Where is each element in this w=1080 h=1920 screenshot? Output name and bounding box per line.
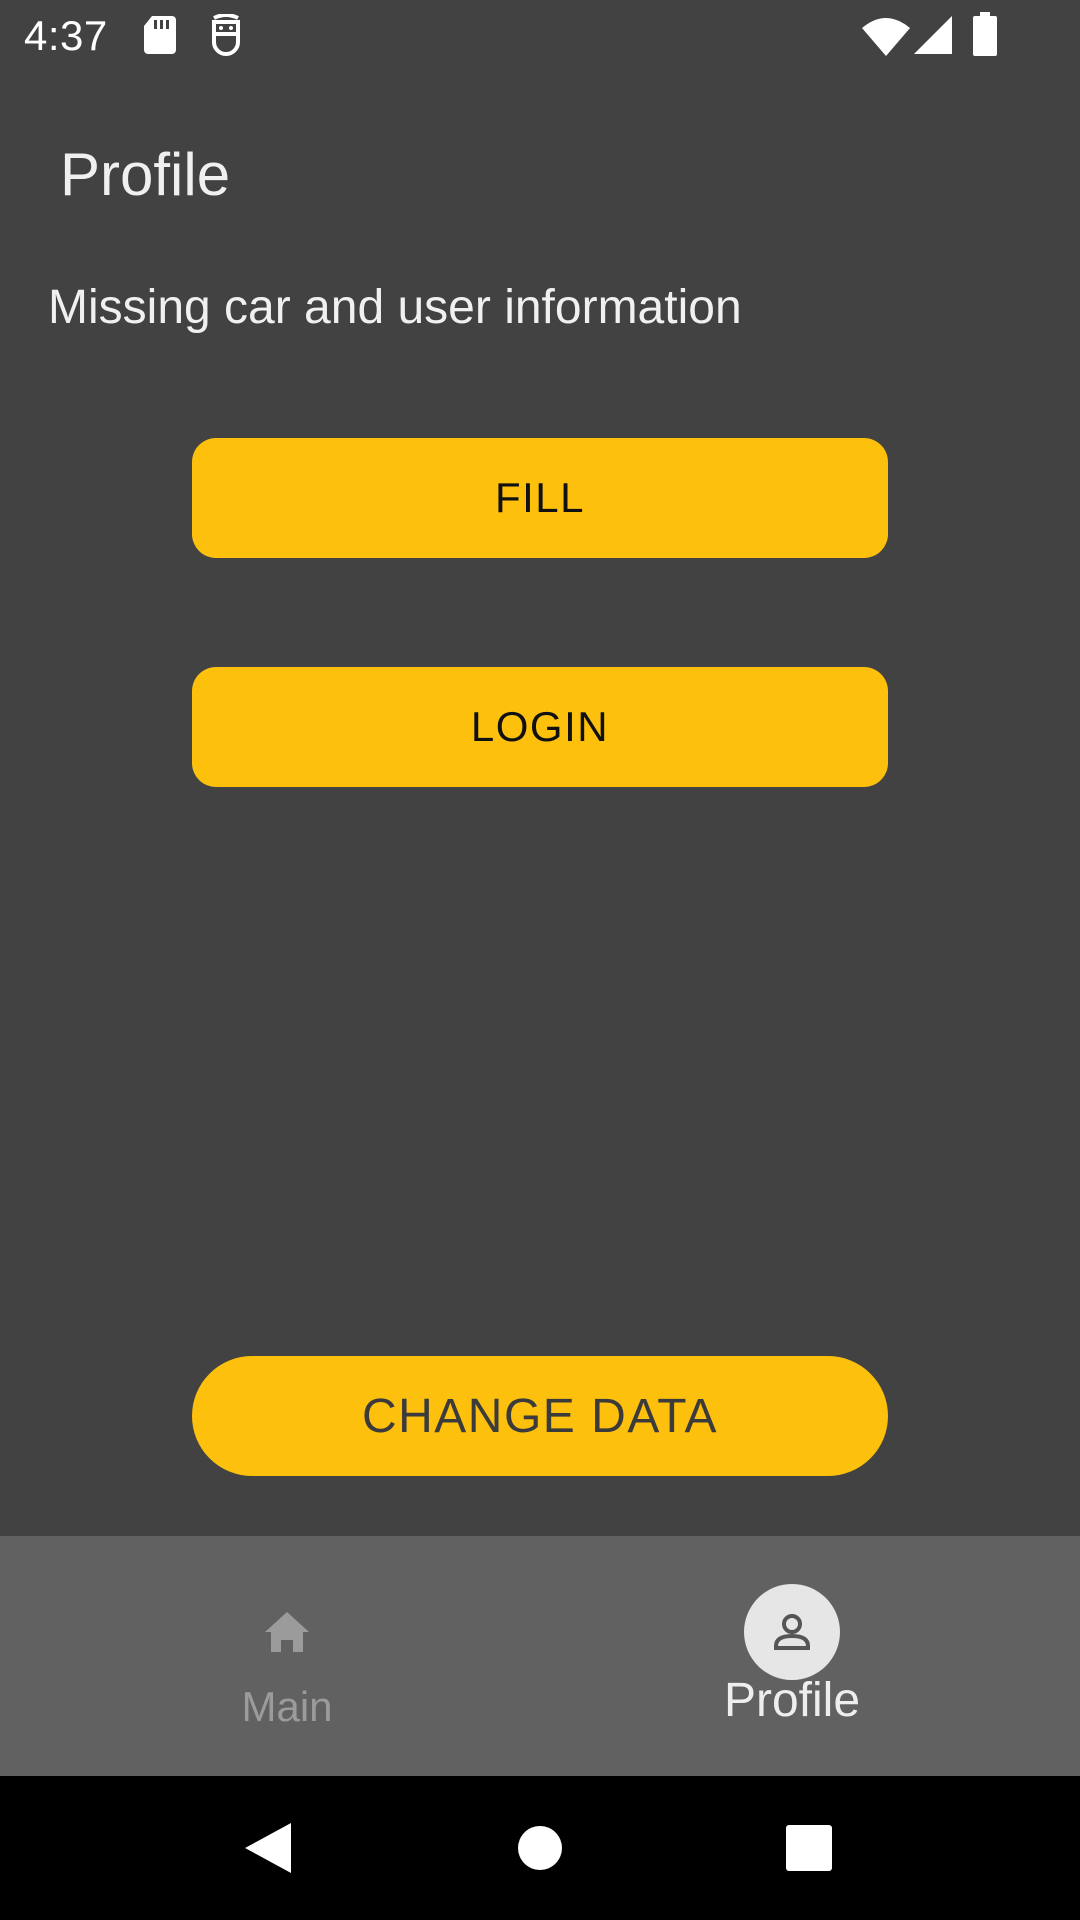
system-recents-button[interactable] xyxy=(749,1776,869,1920)
back-icon xyxy=(245,1823,291,1873)
nav-item-main[interactable]: Main xyxy=(137,1536,437,1776)
nav-profile-label: Profile xyxy=(723,1674,861,1727)
missing-info-text: Missing car and user information xyxy=(48,281,742,334)
page-title: Profile xyxy=(60,141,231,208)
person-icon xyxy=(774,1614,810,1650)
change-data-button-label: CHANGE DATA xyxy=(361,1389,719,1443)
cell-signal-icon xyxy=(914,16,952,54)
nav-item-profile[interactable]: Profile xyxy=(642,1536,942,1776)
nav-main-label: Main xyxy=(241,1683,333,1730)
change-data-button[interactable]: CHANGE DATA xyxy=(192,1356,888,1476)
system-back-button[interactable] xyxy=(208,1776,328,1920)
fill-button[interactable]: FILL xyxy=(192,438,888,558)
system-navigation-bar xyxy=(0,1776,1080,1920)
wifi-icon xyxy=(862,18,910,56)
status-bar: 4:37 xyxy=(0,0,1080,72)
sd-card-icon xyxy=(144,16,176,54)
fill-button-label: FILL xyxy=(494,474,586,521)
battery-icon xyxy=(973,12,997,56)
status-time: 4:37 xyxy=(24,12,108,59)
system-home-button[interactable] xyxy=(480,1776,600,1920)
debug-icon xyxy=(212,14,240,56)
nav-profile-icon-wrap xyxy=(744,1584,840,1680)
home-circle-icon xyxy=(518,1826,562,1870)
recents-icon xyxy=(786,1825,832,1871)
login-button[interactable]: LOGIN xyxy=(192,667,888,787)
login-button-label: LOGIN xyxy=(470,703,610,750)
bottom-navigation: Main Profile xyxy=(0,1536,1080,1776)
nav-main-icon-wrap xyxy=(239,1584,335,1680)
home-icon xyxy=(265,1612,309,1652)
